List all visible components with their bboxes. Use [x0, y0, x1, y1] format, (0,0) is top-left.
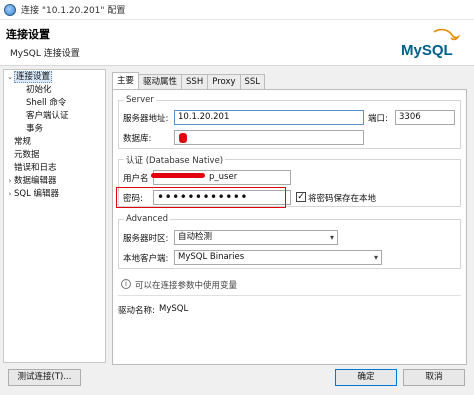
nav-item-client-auth[interactable]: 客户端认证 — [26, 110, 69, 122]
nav-item-general[interactable]: 常规 — [14, 136, 31, 148]
redaction-mark — [179, 133, 187, 143]
mysql-logo: MySQL — [401, 28, 461, 59]
dropdown-arrow-icon: ▾ — [373, 253, 378, 262]
nav-item-label: Shell 命令 — [26, 98, 67, 108]
driver-name-value: MySQL — [159, 304, 189, 314]
timezone-label: 服务器时区: — [123, 234, 169, 244]
nav-item-label: 数据编辑器 — [14, 176, 57, 186]
nav-item-transactions[interactable]: 事务 — [26, 123, 43, 135]
variables-hint: 可以在连接参数中使用变量 — [135, 281, 238, 291]
nav-item-connection-settings[interactable]: ⌄ 连接设置 — [6, 71, 53, 83]
settings-nav-tree: ⌄ 连接设置 初始化 Shell 命令 客户端认证 事务 常规 元数据 错误和日志… — [3, 69, 106, 363]
nav-item-label: 客户端认证 — [26, 111, 69, 121]
dropdown-arrow-icon: ▾ — [329, 233, 334, 242]
tab-strip: 主要 驱动属性 SSH Proxy SSL — [112, 72, 266, 89]
dialog-header: 连接设置 MySQL 连接设置 MySQL — [0, 20, 474, 66]
port-input[interactable]: 3306 — [395, 110, 455, 125]
tab-ssh[interactable]: SSH — [181, 74, 209, 89]
local-client-select[interactable]: MySQL Binaries ▾ — [174, 250, 382, 265]
info-icon: i — [121, 279, 131, 289]
app-icon — [4, 3, 16, 16]
port-label: 端口: — [368, 114, 388, 124]
database-label: 数据库: — [123, 134, 152, 144]
nav-item-data-editor[interactable]: › 数据编辑器 — [6, 175, 57, 187]
nav-item-label: 错误和日志 — [14, 163, 57, 173]
tab-content-main: Server 服务器地址: 10.1.20.201 端口: 3306 数据库: … — [112, 89, 467, 365]
host-label: 服务器地址: — [123, 114, 169, 124]
divider — [118, 295, 461, 296]
nav-item-label: 常规 — [14, 137, 32, 147]
chevron-right-icon[interactable]: › — [6, 175, 14, 187]
tab-proxy[interactable]: Proxy — [207, 74, 241, 89]
advanced-group-legend: Advanced — [124, 214, 170, 224]
window-titlebar: 连接 "10.1.20.201" 配置 — [0, 0, 474, 20]
nav-item-label: 连接设置 — [14, 71, 53, 83]
advanced-group: Advanced 服务器时区: 自动检测 ▾ 本地客户端: MySQL Bina… — [118, 214, 461, 269]
nav-item-shell-commands[interactable]: Shell 命令 — [26, 97, 66, 109]
driver-name-label: 驱动名称: — [118, 306, 155, 316]
local-client-label: 本地客户端: — [123, 254, 169, 264]
nav-item-init[interactable]: 初始化 — [26, 84, 52, 96]
server-group-legend: Server — [124, 95, 156, 105]
nav-item-label: 初始化 — [26, 85, 52, 95]
nav-item-errors-logs[interactable]: 错误和日志 — [14, 162, 57, 174]
page-title: 连接设置 — [6, 28, 50, 41]
password-highlight-box — [116, 187, 286, 208]
timezone-value: 自动检测 — [178, 232, 213, 242]
save-password-checkbox[interactable]: ✓ — [296, 192, 306, 202]
nav-item-sql-editor[interactable]: › SQL 编辑器 — [6, 188, 59, 200]
test-connection-button[interactable]: 测试连接(T)... — [8, 369, 81, 386]
tab-driver-properties[interactable]: 驱动属性 — [138, 74, 183, 89]
username-label: 用户名 — [123, 174, 149, 184]
redaction-mark — [151, 173, 205, 178]
username-value: p_user — [209, 172, 238, 182]
save-password-label: 将密码保存在本地 — [308, 194, 377, 204]
chevron-right-icon[interactable]: › — [6, 188, 14, 200]
nav-item-label: SQL 编辑器 — [14, 189, 60, 199]
ok-button[interactable]: 确定 — [335, 369, 397, 386]
mysql-logo-text: MySQL — [401, 42, 453, 59]
nav-item-metadata[interactable]: 元数据 — [14, 149, 40, 161]
nav-item-label: 事务 — [26, 124, 44, 134]
expand-icon[interactable]: ⌄ — [6, 71, 14, 83]
local-client-value: MySQL Binaries — [178, 252, 245, 262]
tab-main[interactable]: 主要 — [112, 72, 140, 89]
database-input[interactable] — [174, 130, 364, 145]
nav-item-label: 元数据 — [14, 150, 40, 160]
page-subtitle: MySQL 连接设置 — [10, 49, 80, 59]
window-title: 连接 "10.1.20.201" 配置 — [21, 6, 126, 16]
server-group: Server 服务器地址: 10.1.20.201 端口: 3306 数据库: — [118, 95, 461, 149]
host-input[interactable]: 10.1.20.201 — [174, 110, 364, 125]
timezone-select[interactable]: 自动检测 ▾ — [174, 230, 338, 245]
cancel-button[interactable]: 取消 — [403, 369, 465, 386]
tab-ssl[interactable]: SSL — [239, 74, 266, 89]
auth-group-legend: 认证 (Database Native) — [124, 154, 226, 166]
check-icon: ✓ — [297, 192, 305, 202]
